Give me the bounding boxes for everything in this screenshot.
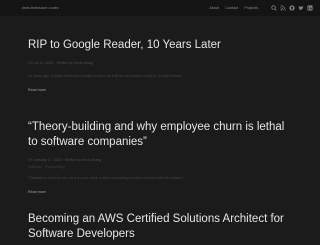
read-more-link[interactable]: Read more [28, 190, 46, 194]
post-item: Becoming an AWS Certified Solutions Arch… [28, 212, 296, 242]
post-title[interactable]: Becoming an AWS Certified Solutions Arch… [28, 212, 296, 242]
post-title[interactable]: RIP to Google Reader, 10 Years Later [28, 38, 296, 53]
post-tags: Software · Engineering [28, 165, 65, 169]
rss-icon[interactable] [280, 5, 286, 11]
post-item: RIP to Google Reader, 10 Years Later On … [28, 38, 296, 96]
header-icons [268, 5, 313, 11]
twitter-icon[interactable] [298, 5, 304, 11]
nav-link-projects[interactable]: Projects [244, 6, 258, 10]
post-excerpt: “Software is a theory you carry in your … [28, 176, 185, 180]
nav-menu: About Contact Projects [209, 5, 313, 11]
post-meta: On January 17, 2023 · Written by Kevin W… [28, 158, 102, 162]
read-more-link[interactable]: Read more [28, 88, 46, 92]
post-meta: On Jul 14, 2023 · Written by Kevin Wang [28, 60, 93, 65]
top-navigation-bar: www.thehacker.codes About Contact Projec… [0, 0, 320, 16]
search-icon[interactable] [271, 5, 277, 11]
site-brand[interactable]: www.thehacker.codes [22, 6, 59, 10]
nav-link-contact[interactable]: Contact [225, 6, 238, 10]
linkedin-icon[interactable] [307, 5, 313, 11]
post-item: “Theory-building and why employee churn … [28, 120, 296, 198]
post-title[interactable]: “Theory-building and why employee churn … [28, 120, 296, 150]
nav-link-about[interactable]: About [209, 6, 219, 10]
post-excerpt: 10 years ago, Google retired the Google … [28, 73, 183, 78]
github-icon[interactable] [289, 5, 295, 11]
